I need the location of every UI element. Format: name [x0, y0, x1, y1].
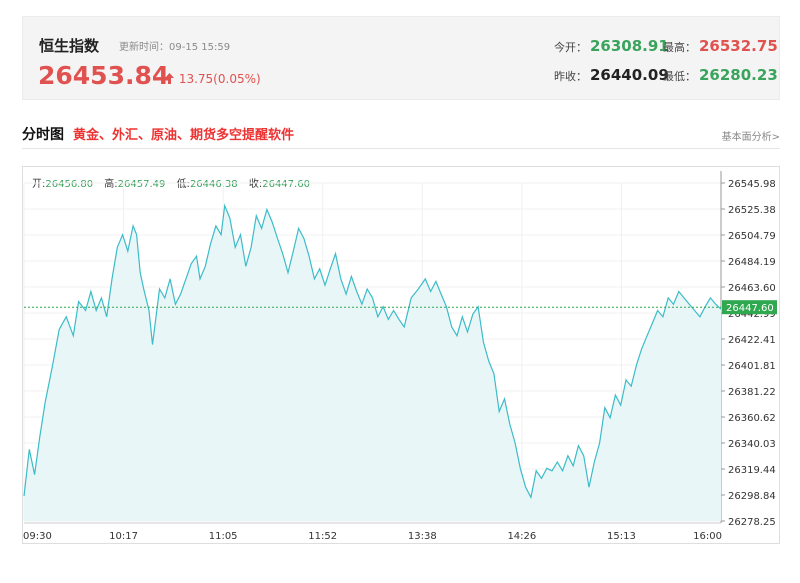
y-tick-label: 26381.22 [728, 387, 776, 398]
y-tick-label: 26545.98 [728, 179, 776, 190]
x-tick-label: 10:17 [109, 531, 138, 542]
y-tick-label: 26360.62 [728, 413, 776, 424]
y-tick-label: 26319.44 [728, 465, 776, 476]
x-tick-label: 16:00 [693, 531, 722, 542]
y-tick-label: 26525.38 [728, 205, 776, 216]
intraday-chart: 26545.98 26525.38 26504.79 26484.19 26463.60… [23, 171, 777, 542]
y-tick-label: 26278.25 [728, 517, 776, 528]
x-tick-label: 09:30 [23, 531, 52, 542]
x-tick-label: 11:52 [308, 531, 337, 542]
x-tick-label: 13:38 [408, 531, 437, 542]
reference-label: 26447.60 [726, 303, 774, 314]
series-area [24, 205, 721, 521]
x-tick-label: 11:05 [209, 531, 238, 542]
x-tick-label: 15:13 [607, 531, 636, 542]
y-tick-label: 26298.84 [728, 491, 776, 502]
y-tick-label: 26484.19 [728, 257, 776, 268]
y-tick-label: 26401.81 [728, 361, 776, 372]
x-tick-label: 14:26 [507, 531, 536, 542]
y-tick-label: 26504.79 [728, 231, 776, 242]
y-tick-label: 26422.41 [728, 335, 776, 346]
y-tick-label: 26340.03 [728, 439, 776, 450]
y-tick-label: 26463.60 [728, 283, 776, 294]
